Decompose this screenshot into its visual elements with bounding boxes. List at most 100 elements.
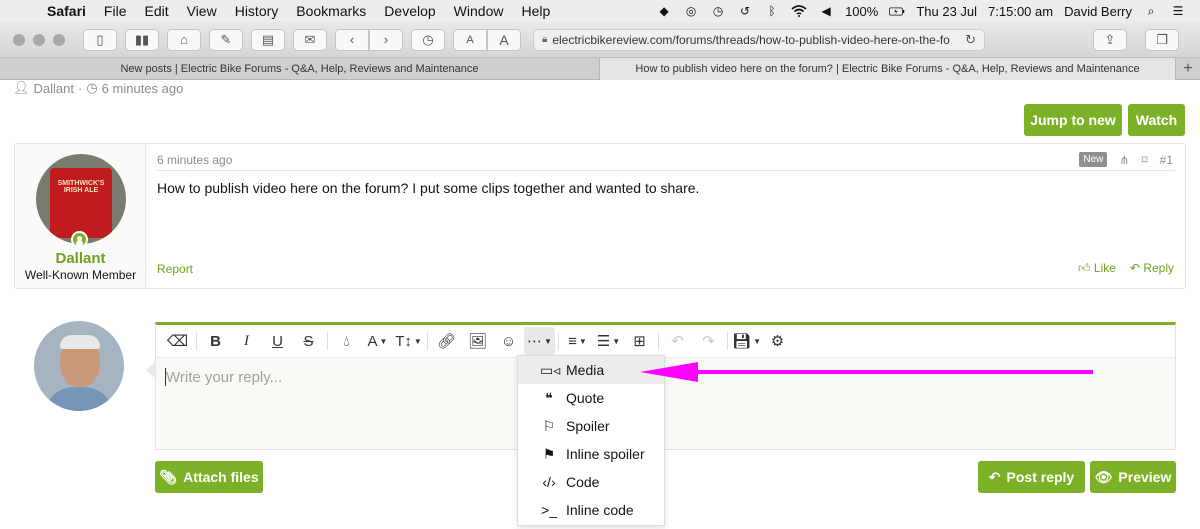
annotate-button[interactable]: ✎ — [209, 28, 243, 51]
volume-icon[interactable]: ◀ — [818, 4, 834, 18]
clock-icon[interactable]: ◷ — [710, 4, 726, 18]
tab-new-posts[interactable]: New posts | Electric Bike Forums - Q&A, … — [0, 58, 600, 80]
url-text[interactable]: electricbikereview.com/forums/threads/ho… — [552, 33, 965, 47]
text-smaller-button[interactable]: A — [453, 28, 487, 51]
align-button[interactable]: ≡ ▼ — [562, 327, 593, 355]
undo-button[interactable]: ↶ — [662, 327, 693, 355]
spotlight-search-icon[interactable]: ⌕ — [1143, 4, 1159, 18]
font-size-button[interactable]: T↕ ▼ — [393, 327, 424, 355]
clear-formatting-button[interactable]: ⌫ — [162, 327, 193, 355]
code-icon: ‹/› — [542, 474, 556, 490]
history-button[interactable]: ◷ — [411, 28, 445, 51]
editor-settings-button[interactable]: ⚙ — [762, 327, 793, 355]
jump-to-new-button[interactable]: Jump to new — [1024, 104, 1122, 136]
post-username[interactable]: Dallant — [15, 250, 146, 267]
menubar-time[interactable]: 7:15:00 am — [988, 4, 1053, 19]
underline-button[interactable]: U — [262, 327, 293, 355]
menu-help[interactable]: Help — [512, 3, 559, 19]
image-icon: 🖼︎ — [467, 333, 488, 350]
quote-icon: ❝ — [545, 389, 553, 406]
address-bar[interactable]: 🔒︎ electricbikereview.com/forums/threads… — [533, 28, 985, 51]
menu-item-inline-code[interactable]: >_ Inline code — [518, 496, 664, 524]
font-family-button[interactable]: A ▼ — [362, 327, 393, 355]
reload-icon[interactable]: ↻ — [965, 32, 976, 48]
like-button[interactable]: 👍︎ Like — [1078, 261, 1116, 276]
forward-button[interactable]: › — [369, 28, 403, 51]
menubar-user[interactable]: David Berry — [1064, 4, 1132, 19]
wifi-icon[interactable] — [791, 4, 807, 18]
drafts-button[interactable]: 💾︎ ▼ — [731, 327, 762, 355]
insert-table-button[interactable]: ⊞ — [624, 327, 655, 355]
insert-image-button[interactable]: 🖼︎ — [462, 327, 493, 355]
menu-item-code[interactable]: ‹/› Code — [518, 468, 664, 496]
zoom-window-button[interactable] — [53, 33, 65, 46]
menu-bookmarks[interactable]: Bookmarks — [287, 3, 375, 19]
bluetooth-icon[interactable]: ᛒ — [764, 4, 780, 18]
attach-files-button[interactable]: 📎︎ Attach files — [155, 461, 263, 493]
notification-center-icon[interactable]: ☰ — [1170, 4, 1186, 18]
post-reply-button[interactable]: ↶ Post reply — [978, 461, 1085, 493]
tab-current-thread[interactable]: How to publish video here on the forum? … — [600, 58, 1176, 80]
bold-button[interactable]: B — [200, 327, 231, 355]
reader-button[interactable]: ▮▮ — [125, 28, 159, 51]
print-button[interactable]: ▤ — [251, 28, 285, 51]
menu-history[interactable]: History — [226, 3, 288, 19]
post-time[interactable]: 6 minutes ago — [157, 153, 232, 167]
menu-item-inline-spoiler[interactable]: ⚑ Inline spoiler — [518, 440, 664, 468]
chevron-right-icon: › — [383, 32, 389, 47]
menu-develop[interactable]: Develop — [375, 3, 444, 19]
smile-icon: ☺ — [500, 332, 517, 350]
report-link[interactable]: Report — [157, 262, 193, 276]
smilies-button[interactable]: ☺ — [493, 327, 524, 355]
time-machine-icon[interactable]: ↺ — [737, 4, 753, 18]
preview-button[interactable]: 👁︎ Preview — [1090, 461, 1176, 493]
bookmark-icon[interactable]: ⌑ — [1141, 153, 1147, 167]
menu-item-quote[interactable]: ❝ Quote — [518, 384, 664, 412]
menu-edit[interactable]: Edit — [135, 3, 177, 19]
post-user-panel: SMITHWICK'S IRISH ALE Dallant Well-Known… — [15, 144, 146, 288]
insert-link-button[interactable]: 🔗︎ — [431, 327, 462, 355]
menu-item-spoiler[interactable]: ⚐ Spoiler — [518, 412, 664, 440]
strikethrough-button[interactable]: S — [293, 327, 324, 355]
annotation-arrow — [640, 362, 1093, 382]
share-button[interactable]: ⇪ — [1093, 28, 1127, 51]
table-icon: ⊞ — [633, 333, 646, 350]
menubar-date[interactable]: Thu 23 Jul — [916, 4, 977, 19]
thread-author[interactable]: Dallant — [34, 81, 74, 96]
more-options-button[interactable]: ⋯ ▼ — [524, 327, 555, 355]
mail-button[interactable]: ✉ — [293, 28, 327, 51]
menu-file[interactable]: File — [95, 3, 136, 19]
reply-editor[interactable]: ⌫ B I U S 💧︎ A ▼ T↕ ▼ 🔗︎ 🖼︎ ☺ ⋯ ▼ ≡ ▼ ☰ ▼ ⊞ ↶… — [155, 322, 1176, 450]
menu-app-safari[interactable]: Safari — [38, 3, 95, 19]
tab-overview-button[interactable]: ❐ — [1145, 28, 1179, 51]
clock-icon: ◷ — [422, 31, 434, 47]
text-color-button[interactable]: 💧︎ — [331, 327, 362, 355]
current-user-avatar[interactable] — [34, 321, 124, 411]
watch-button[interactable]: Watch — [1128, 104, 1185, 136]
italic-button[interactable]: I — [231, 327, 262, 355]
chevron-left-icon: ‹ — [349, 32, 355, 47]
menu-view[interactable]: View — [178, 3, 226, 19]
thread-posted-time[interactable]: 6 minutes ago — [102, 81, 184, 96]
back-button[interactable]: ‹ — [335, 28, 369, 51]
avatar-image-text: SMITHWICK'S IRISH ALE — [57, 180, 105, 194]
sidebar-toggle-button[interactable]: ▯ — [83, 28, 117, 51]
redo-button[interactable]: ↷ — [693, 327, 724, 355]
new-tab-button[interactable]: + — [1176, 58, 1200, 79]
reply-input-placeholder[interactable]: Write your reply... — [166, 369, 282, 386]
text-larger-button[interactable]: A — [487, 28, 521, 51]
reply-button[interactable]: ↶ Reply — [1130, 261, 1174, 276]
list-button[interactable]: ☰ ▼ — [593, 327, 624, 355]
minimize-window-button[interactable] — [33, 33, 45, 46]
creative-cloud-icon[interactable]: ◎ — [683, 4, 699, 18]
dropbox-icon[interactable]: ◆ — [656, 4, 672, 18]
post-number[interactable]: #1 — [1160, 153, 1173, 167]
menu-window[interactable]: Window — [445, 3, 513, 19]
share-icon[interactable]: ⋔ — [1119, 153, 1129, 167]
pencil-icon: ✎ — [220, 31, 232, 47]
post-reply-label: Post reply — [1006, 469, 1075, 485]
close-window-button[interactable] — [13, 33, 25, 46]
ellipsis-icon: ⋯ — [527, 333, 543, 350]
home-button[interactable]: ⌂ — [167, 28, 201, 51]
battery-charging-icon[interactable] — [889, 4, 905, 18]
